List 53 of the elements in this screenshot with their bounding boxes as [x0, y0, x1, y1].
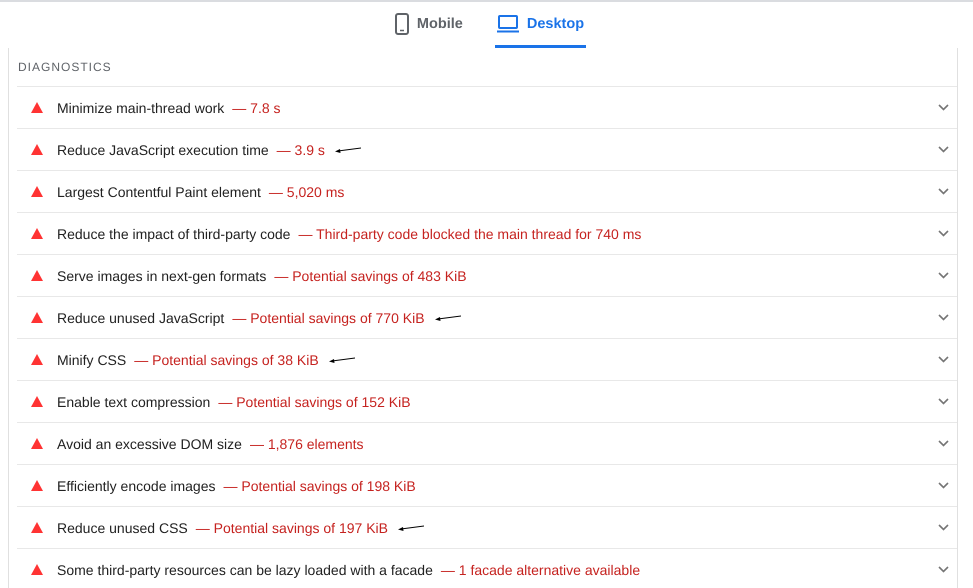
warning-icon: [31, 270, 43, 281]
warning-icon: [31, 102, 43, 113]
audit-title: Avoid an excessive DOM size: [57, 436, 242, 452]
warning-icon: [31, 564, 43, 575]
chevron-down-icon[interactable]: [938, 272, 949, 279]
audit-title: Largest Contentful Paint element: [57, 184, 261, 200]
audit-value: — Potential savings of 770 KiB: [232, 310, 425, 326]
section-heading: DIAGNOSTICS: [17, 59, 113, 76]
chevron-down-icon[interactable]: [938, 356, 949, 363]
audit-value: — 7.8 s: [232, 100, 281, 116]
warning-icon: [31, 186, 43, 197]
chevron-down-icon[interactable]: [938, 482, 949, 489]
audit-value: — 1,876 elements: [250, 436, 364, 452]
audit-value: — Potential savings of 483 KiB: [274, 268, 467, 284]
chevron-down-icon[interactable]: [938, 230, 949, 237]
chevron-down-icon[interactable]: [938, 566, 949, 573]
audit-value: — Potential savings of 198 KiB: [224, 478, 416, 494]
audit-title: Minify CSS: [57, 352, 126, 368]
audit-value: — 1 facade alternative available: [440, 562, 640, 578]
warning-icon: [31, 354, 43, 365]
warning-icon: [31, 438, 43, 449]
chevron-down-icon[interactable]: [938, 314, 949, 321]
audit-title: Efficiently encode images: [57, 478, 216, 494]
warning-icon: [31, 228, 43, 239]
laptop-icon: [496, 14, 519, 32]
audit-value: — Potential savings of 197 KiB: [196, 520, 388, 536]
phone-icon: [394, 12, 409, 34]
audit-value: — Third-party code blocked the main thread for 740 ms: [298, 226, 642, 242]
audit-value: — Potential savings of 152 KiB: [218, 394, 411, 410]
audit-value: — 3.9 s: [276, 142, 325, 158]
warning-icon: [31, 396, 43, 407]
audit-title: Minimize main-thread work: [57, 100, 224, 116]
chevron-down-icon[interactable]: [938, 146, 949, 153]
warning-icon: [31, 312, 43, 323]
audit-title: Enable text compression: [57, 394, 210, 410]
audit-title: Reduce unused JavaScript: [57, 310, 224, 326]
audit-value: — 5,020 ms: [268, 184, 344, 200]
audit-value: — Potential savings of 38 KiB: [134, 352, 319, 368]
tab[interactable]: Desktop: [494, 2, 586, 48]
chevron-down-icon[interactable]: [938, 104, 949, 111]
chevron-down-icon[interactable]: [938, 188, 949, 195]
warning-icon: [31, 480, 43, 491]
warning-icon: [31, 522, 43, 533]
audit-title: Reduce unused CSS: [57, 520, 188, 536]
chevron-down-icon[interactable]: [938, 398, 949, 405]
chevron-down-icon[interactable]: [938, 440, 949, 447]
audit-title: Reduce JavaScript execution time: [57, 142, 269, 158]
audit-title: Some third-party resources can be lazy loaded with a facade: [57, 562, 433, 578]
audit-title: Reduce the impact of third-party code: [57, 226, 290, 242]
tab[interactable]: Mobile: [392, 2, 465, 48]
chevron-down-icon[interactable]: [938, 524, 949, 531]
warning-icon: [31, 144, 43, 155]
audit-title: Serve images in next-gen formats: [57, 268, 266, 284]
